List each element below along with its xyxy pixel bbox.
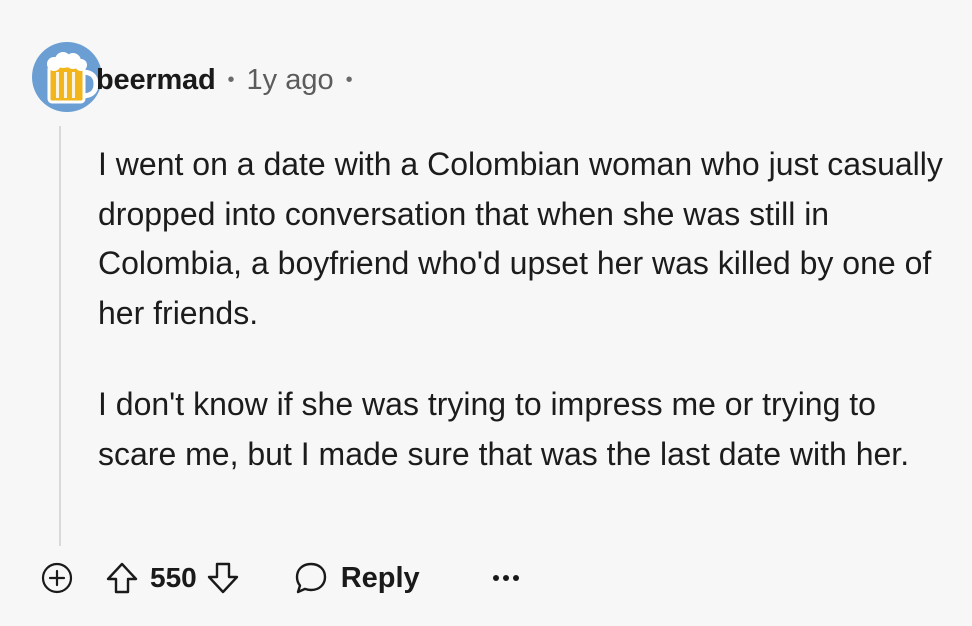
more-options-button[interactable] xyxy=(486,556,526,600)
expand-button[interactable] xyxy=(36,557,78,599)
vote-group: 550 xyxy=(102,556,243,600)
comment-paragraph: I went on a date with a Colombian woman … xyxy=(98,146,943,331)
timestamp[interactable]: 1y ago xyxy=(247,64,334,97)
speech-bubble-icon xyxy=(295,562,326,594)
meta-separator: • xyxy=(227,68,235,91)
plus-circle-icon xyxy=(41,562,73,594)
comment-actions: 550 Reply xyxy=(36,552,526,604)
meta-separator-trailing: • xyxy=(345,68,353,91)
arrow-up-icon xyxy=(106,562,138,594)
beer-mug-icon xyxy=(47,52,99,104)
reply-label: Reply xyxy=(340,561,420,594)
ellipsis-icon xyxy=(492,575,519,581)
comment-paragraph: I don't know if she was trying to impres… xyxy=(98,386,910,472)
upvote-button[interactable] xyxy=(102,556,142,600)
vote-score: 550 xyxy=(150,562,197,593)
downvote-button[interactable] xyxy=(203,556,243,600)
comment-meta: beermad • 1y ago • xyxy=(96,62,353,98)
arrow-down-icon xyxy=(207,562,238,594)
reply-button[interactable]: Reply xyxy=(293,556,420,600)
thread-line[interactable] xyxy=(59,126,61,546)
username[interactable]: beermad xyxy=(96,64,216,97)
comment-body: I went on a date with a Colombian woman … xyxy=(98,140,958,479)
avatar[interactable] xyxy=(32,42,102,112)
